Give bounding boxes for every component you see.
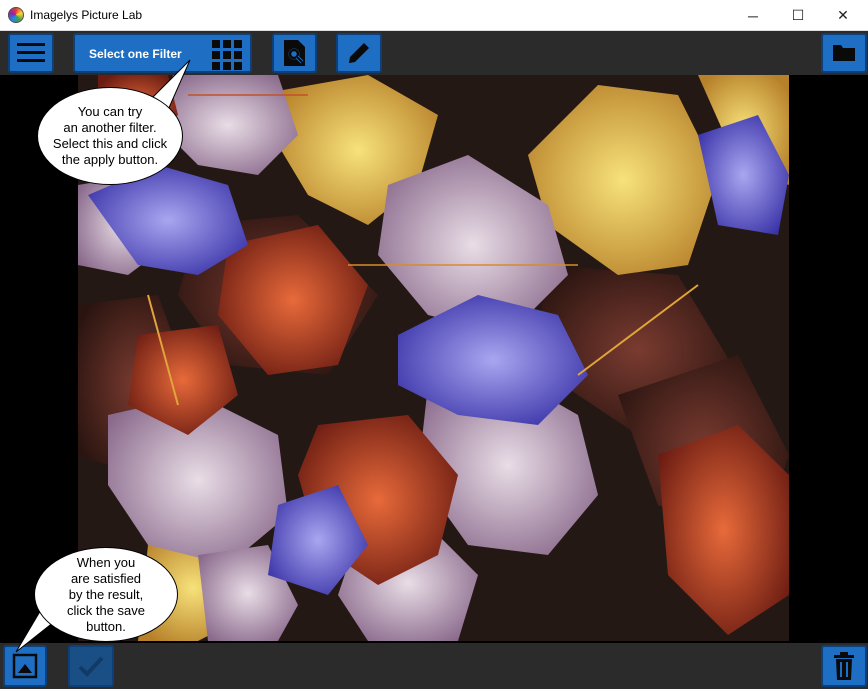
- filter-tip-line: the apply button.: [61, 152, 159, 167]
- save-tip-line: When you: [76, 554, 136, 570]
- filter-tip-line: You can try: [77, 104, 143, 119]
- save-tip-bubble: When you are satisfied by the result, cl…: [34, 547, 178, 642]
- filter-tip-bubble: You can try an another filter. Select th…: [37, 87, 183, 185]
- save-tip-line: are satisfied: [70, 570, 142, 586]
- filter-tip-line: Select this and click: [52, 136, 168, 151]
- save-tip-line: button.: [86, 618, 126, 634]
- save-tip-line: by the result,: [68, 586, 144, 602]
- save-tip-line: click the save: [66, 602, 146, 618]
- filter-tip-line: an another filter.: [63, 120, 157, 135]
